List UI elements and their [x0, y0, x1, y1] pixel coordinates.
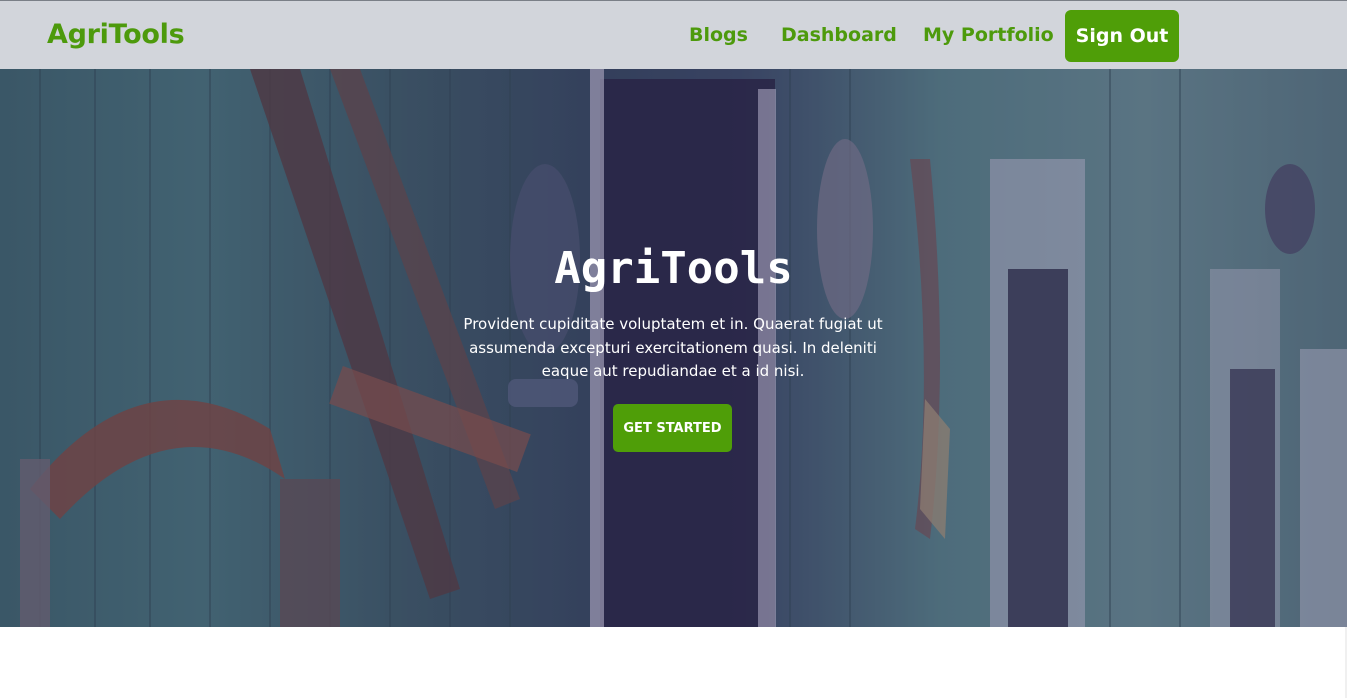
hero-description: Provident cupiditate voluptatem et in. Q…: [463, 315, 883, 380]
nav-link-blogs[interactable]: Blogs: [689, 24, 748, 46]
top-navbar: AgriTools Blogs Dashboard My Portfolio S…: [0, 0, 1347, 69]
hero-section: AgriTools Provident cupiditate voluptate…: [0, 69, 1347, 627]
hero-title: AgriTools: [554, 243, 793, 294]
brand-logo[interactable]: AgriTools: [47, 19, 185, 50]
page: AgriTools Blogs Dashboard My Portfolio S…: [0, 0, 1347, 698]
sign-out-button[interactable]: Sign Out: [1065, 10, 1179, 62]
page-content-area: [0, 627, 1347, 698]
nav-link-dashboard[interactable]: Dashboard: [781, 24, 897, 46]
get-started-button[interactable]: GET STARTED: [613, 404, 732, 452]
nav-link-my-portfolio[interactable]: My Portfolio: [923, 24, 1054, 46]
